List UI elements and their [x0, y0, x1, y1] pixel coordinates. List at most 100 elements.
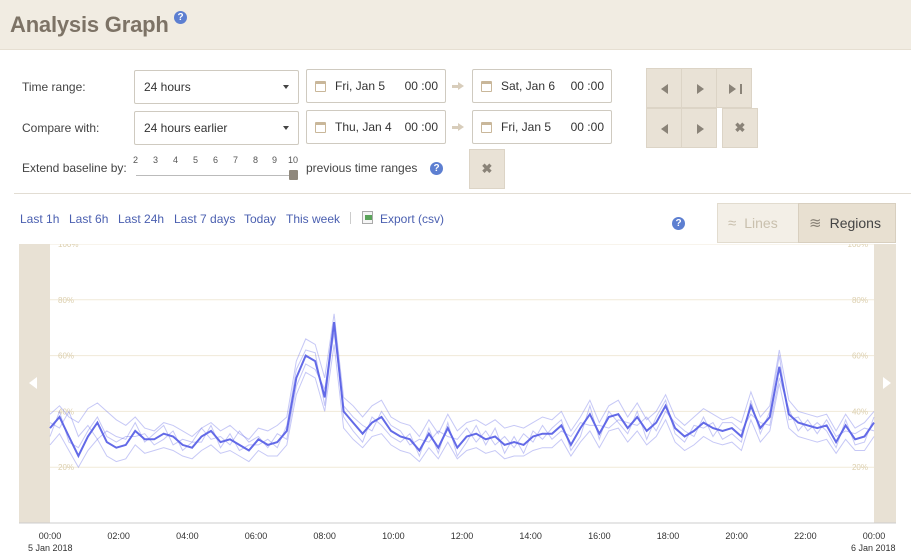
lines-icon: ≈	[728, 214, 737, 232]
time-range-value: 24 hours	[144, 80, 191, 94]
y-tick-label: 60%	[58, 352, 74, 361]
y-tick-label: 40%	[852, 407, 868, 416]
calendar-icon	[481, 122, 492, 133]
series-line-baseline	[49, 333, 875, 449]
range-end-time: 00 :00	[570, 79, 604, 93]
next-icon	[697, 84, 704, 94]
help-icon[interactable]: ?	[174, 11, 187, 24]
compare-start-time: 00 :00	[404, 120, 438, 134]
y-tick-label: 20%	[58, 463, 74, 472]
calendar-icon	[481, 81, 492, 92]
x-tick-label: 20:00	[725, 531, 748, 541]
compare-end-time: 00 :00	[570, 120, 604, 134]
lines-label: Lines	[744, 215, 778, 231]
x-tick-label: 18:00	[656, 531, 680, 541]
x-tick-label: 14:00	[519, 531, 542, 541]
compare-nav-group	[646, 108, 717, 148]
regions-label: Regions	[829, 215, 881, 231]
series-line-primary	[49, 321, 875, 459]
y-tick-label: 80%	[852, 296, 868, 305]
range-end-field[interactable]: Sat, Jan 6 00 :00	[472, 69, 612, 103]
chart-plot: 100% 100%80% 80%60% 60%40% 40%20% 20%	[19, 244, 896, 524]
range-start-time: 00 :00	[404, 79, 438, 93]
x-tick-label: 08:00	[313, 531, 336, 541]
y-tick-label: 100%	[848, 244, 868, 249]
y-tick-label: 60%	[852, 352, 868, 361]
skip-bar	[740, 84, 742, 94]
analysis-chart: 100% 100% 80% 80% 60% 60% 40% 40% 20% 20%	[19, 244, 896, 524]
slider-tick: 9	[272, 155, 278, 165]
x-end-date: 6 Jan 2018	[851, 543, 896, 553]
calendar-icon	[315, 122, 326, 133]
slider-tick: 8	[253, 155, 259, 165]
slider-handle[interactable]	[289, 170, 298, 180]
extend-suffix: previous time ranges	[306, 161, 418, 175]
slider-tick: 3	[153, 155, 159, 165]
quick-link-last-24h[interactable]: Last 24h	[118, 212, 164, 226]
quick-link-last-6h[interactable]: Last 6h	[69, 212, 108, 226]
extend-slider[interactable]: 2 3 4 5 6 7 8 9 10	[132, 155, 298, 185]
x-tick-label: 06:00	[244, 531, 268, 541]
x-tick-label: 10:00	[382, 531, 405, 541]
range-last-button[interactable]	[716, 68, 752, 108]
y-tick-label: 20%	[852, 463, 868, 472]
compare-select[interactable]: 24 hours earlier	[134, 111, 299, 145]
skip-to-end-icon	[729, 84, 736, 94]
arrow-right-icon	[452, 82, 464, 90]
compare-end-field[interactable]: Fri, Jan 5 00 :00	[472, 110, 612, 144]
slider-tick: 7	[233, 155, 239, 165]
quick-link-this-week[interactable]: This week	[286, 212, 340, 226]
close-icon: ✖	[481, 161, 493, 176]
time-range-select[interactable]: 24 hours	[134, 70, 299, 104]
arrow-right-icon	[452, 123, 464, 131]
calendar-icon	[315, 81, 326, 92]
x-tick-label: 22:00	[794, 531, 817, 541]
x-tick-label: 00:00	[38, 531, 62, 541]
compare-start-field[interactable]: Thu, Jan 4 00 :00	[306, 110, 446, 144]
help-icon[interactable]: ?	[430, 162, 443, 175]
time-range-label: Time range:	[22, 80, 86, 94]
quick-link-today[interactable]: Today	[244, 212, 276, 226]
slider-tick: 10	[288, 155, 299, 165]
x-tick-label: 02:00	[107, 531, 130, 541]
divider	[14, 193, 911, 194]
slider-track	[136, 175, 294, 176]
range-start-date: Fri, Jan 5	[335, 79, 386, 93]
link-separator	[350, 212, 351, 224]
help-icon[interactable]: ?	[672, 217, 685, 230]
x-tick-label: 00:00	[862, 531, 886, 541]
range-prev-button[interactable]	[646, 68, 682, 108]
quick-link-last-1h[interactable]: Last 1h	[20, 212, 59, 226]
page-title: Analysis Graph	[10, 12, 169, 37]
chevron-down-icon	[283, 85, 289, 89]
extend-label: Extend baseline by:	[22, 161, 127, 175]
compare-clear-button[interactable]: ✖	[722, 108, 758, 148]
quick-link-last-7-days[interactable]: Last 7 days	[174, 212, 235, 226]
y-tick-label: 100%	[58, 244, 78, 249]
range-end-date: Sat, Jan 6	[501, 79, 556, 93]
header-bar: Analysis Graph ?	[0, 0, 911, 50]
lines-toggle[interactable]: ≈ Lines	[717, 203, 799, 243]
compare-value: 24 hours earlier	[144, 121, 228, 135]
extend-clear-button[interactable]: ✖	[469, 149, 505, 189]
compare-start-date: Thu, Jan 4	[335, 120, 392, 134]
x-tick-label: 12:00	[450, 531, 474, 541]
compare-end-date: Fri, Jan 5	[501, 120, 552, 134]
close-icon: ✖	[734, 120, 746, 135]
range-nav-group	[646, 68, 752, 108]
slider-tick: 5	[193, 155, 199, 165]
range-next-button[interactable]	[681, 68, 717, 108]
compare-next-button[interactable]	[681, 108, 717, 148]
prev-icon	[661, 84, 668, 94]
range-start-field[interactable]: Fri, Jan 5 00 :00	[306, 69, 446, 103]
export-csv-icon[interactable]	[362, 211, 373, 224]
next-icon	[697, 124, 704, 134]
y-tick-label: 80%	[58, 296, 74, 305]
export-csv-link[interactable]: Export (csv)	[380, 212, 444, 226]
chevron-down-icon	[283, 126, 289, 130]
compare-prev-button[interactable]	[646, 108, 682, 148]
prev-icon	[661, 124, 668, 134]
regions-toggle[interactable]: ≋ Regions	[798, 203, 896, 243]
slider-tick: 4	[173, 155, 179, 165]
slider-tick: 2	[133, 155, 139, 165]
